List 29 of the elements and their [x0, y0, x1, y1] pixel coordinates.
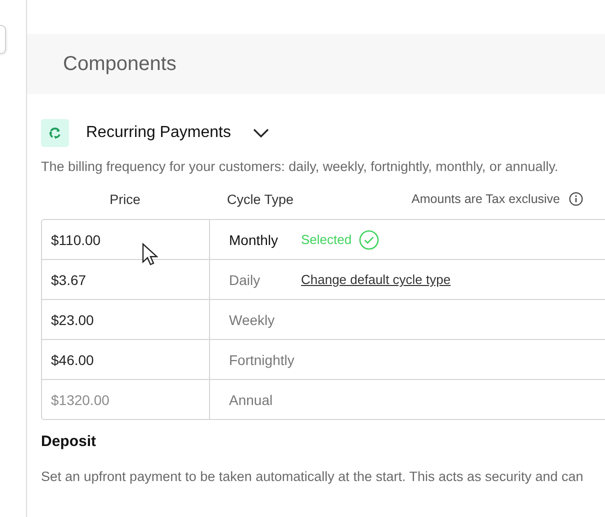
cycle-row[interactable]: $1320.00 Annual — [42, 379, 605, 419]
cycle-row[interactable]: $3.67 Daily Change default cycle type — [42, 259, 605, 299]
price-field[interactable]: $1320.00 — [51, 392, 191, 408]
page-title: Components — [63, 52, 176, 76]
deposit-title: Deposit — [41, 433, 98, 450]
deposit-description: Set an upfront payment to be taken automatically at the start. This acts as security and can — [41, 469, 584, 484]
recycle-icon — [41, 119, 69, 147]
cursor-icon — [142, 243, 158, 266]
tax-note: Amounts are Tax exclusive — [412, 192, 560, 206]
price-field[interactable]: $3.67 — [51, 272, 191, 288]
column-header: Price — [108, 192, 142, 206]
cycle-label: Fortnightly — [229, 352, 296, 368]
cycle-label: Monthly — [229, 232, 280, 248]
column-header: Cycle Type — [227, 192, 294, 206]
cycle-label: Annual — [229, 392, 274, 408]
price-field[interactable]: $23.00 — [51, 312, 191, 328]
check-circle-icon — [358, 230, 379, 250]
section-title: Recurring Payments — [86, 124, 231, 142]
cycle-label: Weekly — [229, 312, 276, 328]
price-field[interactable]: $46.00 — [51, 352, 191, 368]
chevron-icon[interactable] — [253, 128, 269, 138]
price-field[interactable]: $110.00 — [51, 232, 191, 248]
change-cycle-link[interactable]: Change default cycle type — [301, 272, 451, 287]
cycle-row[interactable]: $23.00 Weekly — [42, 299, 605, 339]
cycle-label: Daily — [229, 272, 262, 288]
cycle-row[interactable]: $46.00 Fortnightly — [42, 339, 605, 379]
info-icon[interactable] — [569, 192, 583, 206]
selected-status: Selected — [301, 232, 352, 247]
section-description: The billing frequency for your customers: daily, weekly, fortnightly, monthly, or annually. — [41, 159, 560, 174]
